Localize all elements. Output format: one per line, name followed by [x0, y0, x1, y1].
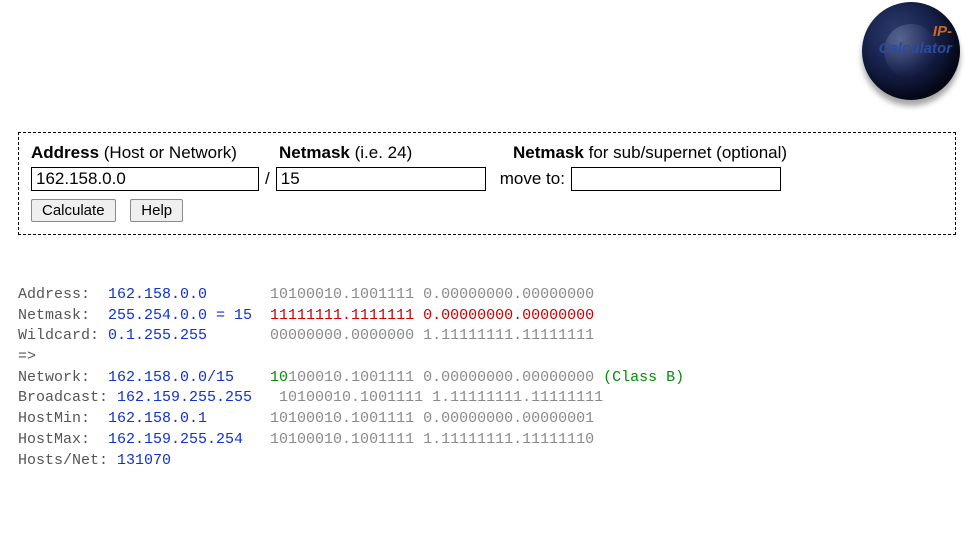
logo-text: IP- Calculator — [879, 24, 952, 57]
logo: IP- Calculator — [862, 2, 960, 100]
calculate-button[interactable]: Calculate — [31, 199, 116, 222]
calculator-form: Address (Host or Network) Netmask (i.e. … — [18, 132, 956, 235]
netmask-input[interactable] — [276, 167, 486, 191]
moveto-label: move to: — [500, 169, 565, 189]
logo-text-line2: Calculator — [879, 41, 952, 57]
address-input[interactable] — [31, 167, 259, 191]
optional-netmask-input[interactable] — [571, 167, 781, 191]
help-button[interactable]: Help — [130, 199, 183, 222]
logo-text-line1: IP- — [933, 23, 952, 40]
optional-netmask-label: Netmask for sub/supernet (optional) — [513, 143, 943, 163]
address-label: Address (Host or Network) — [31, 143, 273, 163]
netmask-label: Netmask (i.e. 24) — [279, 143, 499, 163]
slash-separator: / — [259, 169, 276, 189]
results-block: Address: 162.158.0.0 10100010.1001111 0.… — [18, 285, 684, 471]
